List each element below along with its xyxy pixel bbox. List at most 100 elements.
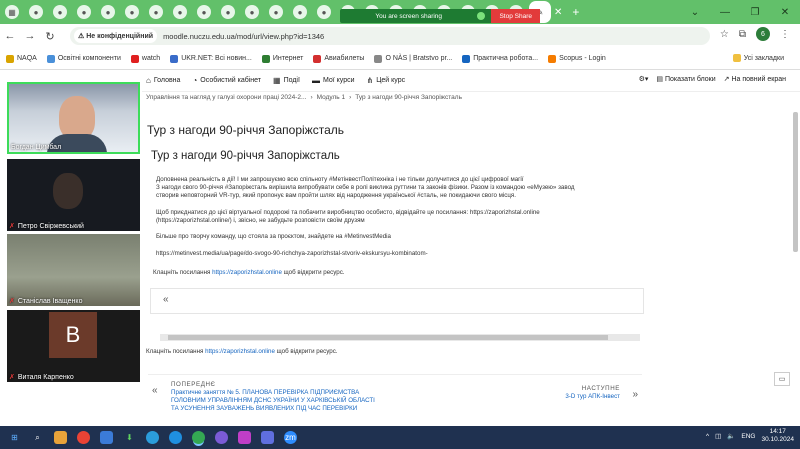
windows-start-icon[interactable]: ⊞: [8, 431, 21, 444]
bookmark-icon: [6, 54, 14, 63]
next-activity-link[interactable]: НАСТУПНЕ 3-D тур АПК-Інвест: [565, 385, 620, 401]
chevron-down-icon[interactable]: ⌄: [680, 7, 710, 18]
download-icon[interactable]: ⬇: [123, 431, 136, 444]
telegram-icon[interactable]: [146, 431, 159, 444]
nav-home[interactable]: ⌂ Головна: [146, 76, 180, 85]
nav-right: ⚙▾ ▤ Показати блоки ↗ На повний екран: [639, 75, 786, 83]
bookmark-item[interactable]: watch: [130, 54, 160, 63]
bookmark-item[interactable]: NAQA: [6, 54, 37, 63]
fullscreen-button[interactable]: ↗ На повний екран: [724, 75, 786, 83]
search-icon[interactable]: ⌕: [31, 431, 44, 444]
nav-my-courses[interactable]: ▬ Мої курси: [312, 76, 355, 85]
not-secure-chip[interactable]: ⚠ Не конфіденційний: [74, 29, 158, 43]
breadcrumb-module[interactable]: Модуль 1: [317, 94, 345, 101]
browser-menu-icon[interactable]: ▦: [5, 5, 19, 19]
chat-icon: ▭: [778, 376, 786, 383]
previous-activity-link[interactable]: ПОПЕРЕДНЄ Практичне заняття № 5. ПЛАНОВА…: [171, 381, 391, 413]
stop-share-button[interactable]: Stop Share: [491, 9, 540, 23]
bookmark-icon: [374, 54, 383, 63]
scrollbar-thumb[interactable]: [168, 335, 608, 340]
address-bar: ← → ↻ ⚠ Не конфіденційний moodle.nuczu.e…: [0, 24, 800, 48]
nav-this-course[interactable]: ⋔ Цей курс: [367, 76, 406, 85]
language-indicator[interactable]: ENG: [741, 433, 755, 440]
content-paragraph: Доповнена реальність в дії! І ми запрошу…: [156, 176, 575, 199]
gear-icon[interactable]: ⚙▾: [639, 75, 649, 83]
bookmark-item[interactable]: UKR.NET: Всі новин...: [170, 54, 252, 63]
more-icon[interactable]: ⋮: [780, 29, 790, 40]
back-icon[interactable]: ←: [0, 30, 20, 42]
resource-link[interactable]: https://zaporizhstal.online: [212, 269, 282, 276]
participant-name: Богдан Цимбал: [11, 144, 62, 151]
moodle-page: ⌂ Головна ◔ Особистий кабінет ▦ Події ▬ Мої …: [142, 70, 800, 426]
close-tab-icon[interactable]: ✕: [554, 7, 562, 18]
media-link[interactable]: https://metinvest.media/ua/page/do-svogo…: [156, 250, 626, 258]
maximize-icon[interactable]: ❐: [740, 7, 770, 18]
tab-icon[interactable]: ●: [269, 5, 283, 19]
profile-avatar[interactable]: 6: [756, 27, 770, 41]
double-chevron-left-icon[interactable]: «: [163, 294, 169, 305]
file-explorer-icon[interactable]: [54, 431, 67, 444]
tab-icon[interactable]: ●: [125, 5, 139, 19]
edge-icon[interactable]: [169, 431, 182, 444]
content-title: Тур з нагоди 90-річчя Запоріжсталь: [151, 150, 340, 162]
volume-icon[interactable]: 🔈: [727, 432, 735, 440]
tab-icon[interactable]: ●: [317, 5, 331, 19]
participant-tile[interactable]: Богдан Цимбал: [7, 82, 140, 154]
chat-toggle-button[interactable]: ▭: [774, 372, 790, 386]
vertical-scrollbar[interactable]: [792, 92, 799, 412]
chrome-active-icon[interactable]: [192, 431, 205, 444]
tab-icon[interactable]: ●: [101, 5, 115, 19]
bookmark-item[interactable]: О NÀS | Bratstvo pr...: [374, 54, 452, 63]
participant-video: [53, 173, 83, 209]
chrome-icon[interactable]: [77, 431, 90, 444]
tab-icon[interactable]: ●: [29, 5, 43, 19]
participant-tile[interactable]: ✗ Петро Свіржевський: [7, 159, 140, 231]
breadcrumb-course[interactable]: Управління та нагляд у галузі охорони пр…: [146, 94, 306, 101]
tab-icon[interactable]: ●: [77, 5, 91, 19]
bookmark-item[interactable]: Scopus - Login: [548, 54, 606, 63]
clock[interactable]: 14:17 30.10.2024: [761, 428, 794, 444]
bookmark-item[interactable]: Практична робота...: [462, 54, 538, 63]
star-icon[interactable]: ☆: [720, 29, 729, 40]
tab-icon[interactable]: ●: [197, 5, 211, 19]
tab-icon[interactable]: ●: [245, 5, 259, 19]
extensions-icon[interactable]: ⧉: [739, 29, 746, 40]
bookmark-item[interactable]: Интернет: [261, 54, 303, 63]
forward-icon[interactable]: →: [20, 30, 40, 42]
network-icon[interactable]: ◫: [715, 432, 721, 440]
tab-icon[interactable]: ●: [149, 5, 163, 19]
zoom-icon[interactable]: zm: [284, 431, 297, 444]
resource-link[interactable]: https://zaporizhstal.online: [205, 348, 275, 355]
chevron-left-icon[interactable]: «: [152, 385, 158, 396]
tab-icon[interactable]: ●: [221, 5, 235, 19]
chevron-right-icon[interactable]: »: [632, 389, 638, 400]
nav-dashboard[interactable]: ◔ Особистий кабінет: [192, 76, 261, 85]
tab-icon[interactable]: ●: [293, 5, 307, 19]
activity-navigation: « ПОПЕРЕДНЄ Практичне заняття № 5. ПЛАНО…: [148, 374, 642, 420]
url-text[interactable]: moodle.nuczu.edu.ua/mod/url/view.php?id=…: [163, 32, 324, 41]
chevron-up-icon[interactable]: ^: [706, 433, 709, 440]
app-icon[interactable]: [100, 431, 113, 444]
participants-panel: Богдан Цимбал ✗ Петро Свіржевський ✗ Стані…: [0, 80, 142, 386]
minimize-icon[interactable]: —: [710, 7, 740, 18]
bookmark-item[interactable]: Авиабилеты: [313, 54, 364, 63]
participant-tile[interactable]: B ✗ Виталя Карпенко: [7, 310, 140, 382]
reload-icon[interactable]: ↻: [40, 30, 60, 43]
nav-events[interactable]: ▦ Події: [273, 76, 300, 85]
app-icon[interactable]: [238, 431, 251, 444]
horizontal-scrollbar[interactable]: [160, 334, 640, 341]
screen-sharing-bar: You are screen sharing Stop Share: [340, 9, 540, 23]
show-blocks-button[interactable]: ▤ Показати блоки: [656, 75, 715, 83]
bookmark-item[interactable]: Освітні компоненти: [46, 54, 121, 63]
url-field[interactable]: ⚠ Не конфіденційний moodle.nuczu.edu.ua/…: [70, 27, 710, 45]
new-tab-icon[interactable]: +: [572, 5, 579, 19]
viber-icon[interactable]: [215, 431, 228, 444]
all-bookmarks[interactable]: Усі закладки: [732, 54, 784, 62]
sharing-status-icon: [477, 12, 486, 20]
scrollbar-thumb[interactable]: [793, 112, 798, 252]
close-window-icon[interactable]: ✕: [770, 7, 800, 18]
tab-icon[interactable]: ●: [173, 5, 187, 19]
tab-icon[interactable]: ●: [53, 5, 67, 19]
participant-tile[interactable]: ✗ Станіслав Іващенко: [7, 234, 140, 306]
app-icon[interactable]: [261, 431, 274, 444]
